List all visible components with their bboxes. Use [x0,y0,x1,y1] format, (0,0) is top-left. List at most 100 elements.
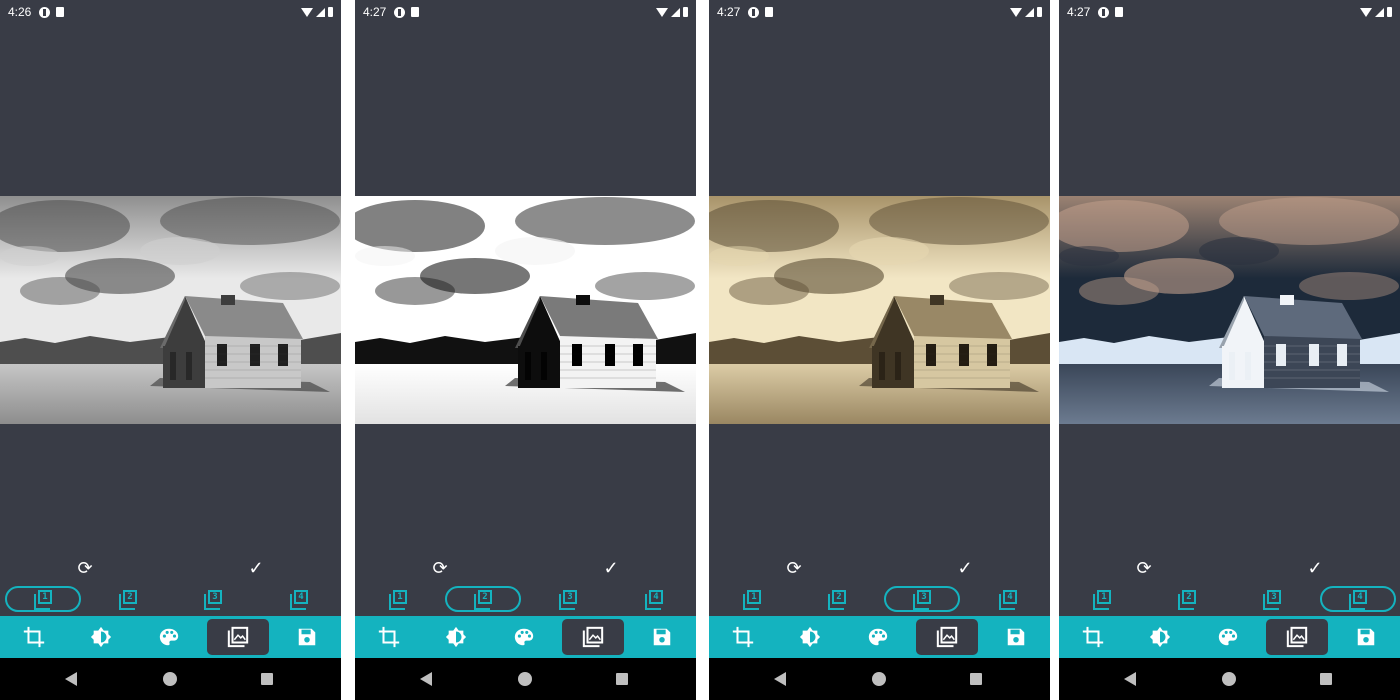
wifi-icon [1360,7,1372,17]
status-bar: 4:27 [355,0,696,24]
palette-icon[interactable] [493,619,555,655]
edited-photo [1059,196,1400,424]
filter-option-2[interactable]: 2 [90,586,166,612]
recents-icon[interactable] [616,673,628,685]
signal-icon [671,7,680,17]
brightness-icon[interactable] [425,619,487,655]
filter-selector: 1 2 3 4 [1059,586,1400,614]
filter-number: 1 [38,590,52,604]
filter-4-icon: 4 [645,590,663,610]
palette-icon[interactable] [1197,619,1259,655]
editor-toolbar [709,616,1050,658]
filter-option-1[interactable]: 1 [1064,586,1140,612]
status-time: 4:27 [717,5,741,19]
filter-option-4[interactable]: 4 [261,586,337,612]
save-icon[interactable] [1335,619,1397,655]
filter-2-icon: 2 [1178,590,1196,610]
filter-option-1[interactable]: 1 [360,586,436,612]
sync-icon[interactable]: ⟳ [428,556,452,580]
home-icon[interactable] [1222,672,1236,686]
signal-icon [1025,7,1034,17]
filter-option-2[interactable]: 2 [799,586,875,612]
recents-icon[interactable] [970,673,982,685]
back-icon[interactable] [774,672,786,686]
sd-card-icon [411,7,420,17]
filter-1-icon: 1 [389,590,407,610]
home-icon[interactable] [518,672,532,686]
battery-icon [1387,7,1392,17]
filter-option-4[interactable]: 4 [616,586,692,612]
status-time: 4:27 [363,5,387,19]
recents-icon[interactable] [261,673,273,685]
check-icon[interactable]: ✓ [953,556,977,580]
brightness-icon[interactable] [1129,619,1191,655]
notification-app-icon [39,6,51,18]
phone-screen: 4:27 ⟳ ✓ 1 2 3 4 [709,0,1050,700]
filter-option-4[interactable]: 4 [1320,586,1396,612]
check-icon[interactable]: ✓ [244,556,268,580]
filter-1-icon: 1 [34,590,52,610]
filter-number: 4 [1353,590,1367,604]
system-navigation-bar [0,658,341,700]
system-navigation-bar [355,658,696,700]
filter-option-3[interactable]: 3 [175,586,251,612]
filter-option-3[interactable]: 3 [1234,586,1310,612]
signal-icon [1375,7,1384,17]
brightness-icon[interactable] [779,619,841,655]
status-bar: 4:27 [709,0,1050,24]
filter-number: 2 [478,590,492,604]
filter-number: 4 [1003,590,1017,604]
filter-option-3[interactable]: 3 [884,586,960,612]
back-icon[interactable] [420,672,432,686]
home-icon[interactable] [872,672,886,686]
filter-number: 3 [208,590,222,604]
filter-option-2[interactable]: 2 [445,586,521,612]
back-icon[interactable] [65,672,77,686]
status-bar: 4:26 [0,0,341,24]
filter-option-2[interactable]: 2 [1149,586,1225,612]
back-icon[interactable] [1124,672,1136,686]
image-filter-icon[interactable] [207,619,269,655]
filter-option-1[interactable]: 1 [714,586,790,612]
filter-number: 1 [1097,590,1111,604]
crop-icon[interactable] [1062,619,1124,655]
filter-selector: 1 2 3 4 [355,586,696,614]
filter-number: 3 [917,590,931,604]
home-icon[interactable] [163,672,177,686]
filter-2-icon: 2 [119,590,137,610]
filter-4-icon: 4 [999,590,1017,610]
filter-option-4[interactable]: 4 [970,586,1046,612]
sync-icon[interactable]: ⟳ [782,556,806,580]
recents-icon[interactable] [1320,673,1332,685]
image-filter-icon[interactable] [1266,619,1328,655]
action-row: ⟳ ✓ [355,556,696,580]
save-icon[interactable] [985,619,1047,655]
crop-icon[interactable] [358,619,420,655]
filter-selector: 1 2 3 4 [709,586,1050,614]
action-row: ⟳ ✓ [709,556,1050,580]
action-row: ⟳ ✓ [1059,556,1400,580]
brightness-icon[interactable] [70,619,132,655]
filter-option-3[interactable]: 3 [530,586,606,612]
save-icon[interactable] [631,619,693,655]
check-icon[interactable]: ✓ [1303,556,1327,580]
crop-icon[interactable] [3,619,65,655]
sd-card-icon [765,7,774,17]
filter-number: 3 [1267,590,1281,604]
palette-icon[interactable] [138,619,200,655]
filter-option-1[interactable]: 1 [5,586,81,612]
filter-3-icon: 3 [1263,590,1281,610]
notification-app-icon [748,6,760,18]
filter-number: 2 [123,590,137,604]
sync-icon[interactable]: ⟳ [1132,556,1156,580]
save-icon[interactable] [276,619,338,655]
wifi-icon [301,7,313,17]
sync-icon[interactable]: ⟳ [73,556,97,580]
check-icon[interactable]: ✓ [599,556,623,580]
image-filter-icon[interactable] [562,619,624,655]
crop-icon[interactable] [712,619,774,655]
image-filter-icon[interactable] [916,619,978,655]
palette-icon[interactable] [847,619,909,655]
phone-screen: 4:27 ⟳ ✓ 1 2 3 4 [1059,0,1400,700]
editor-toolbar [355,616,696,658]
